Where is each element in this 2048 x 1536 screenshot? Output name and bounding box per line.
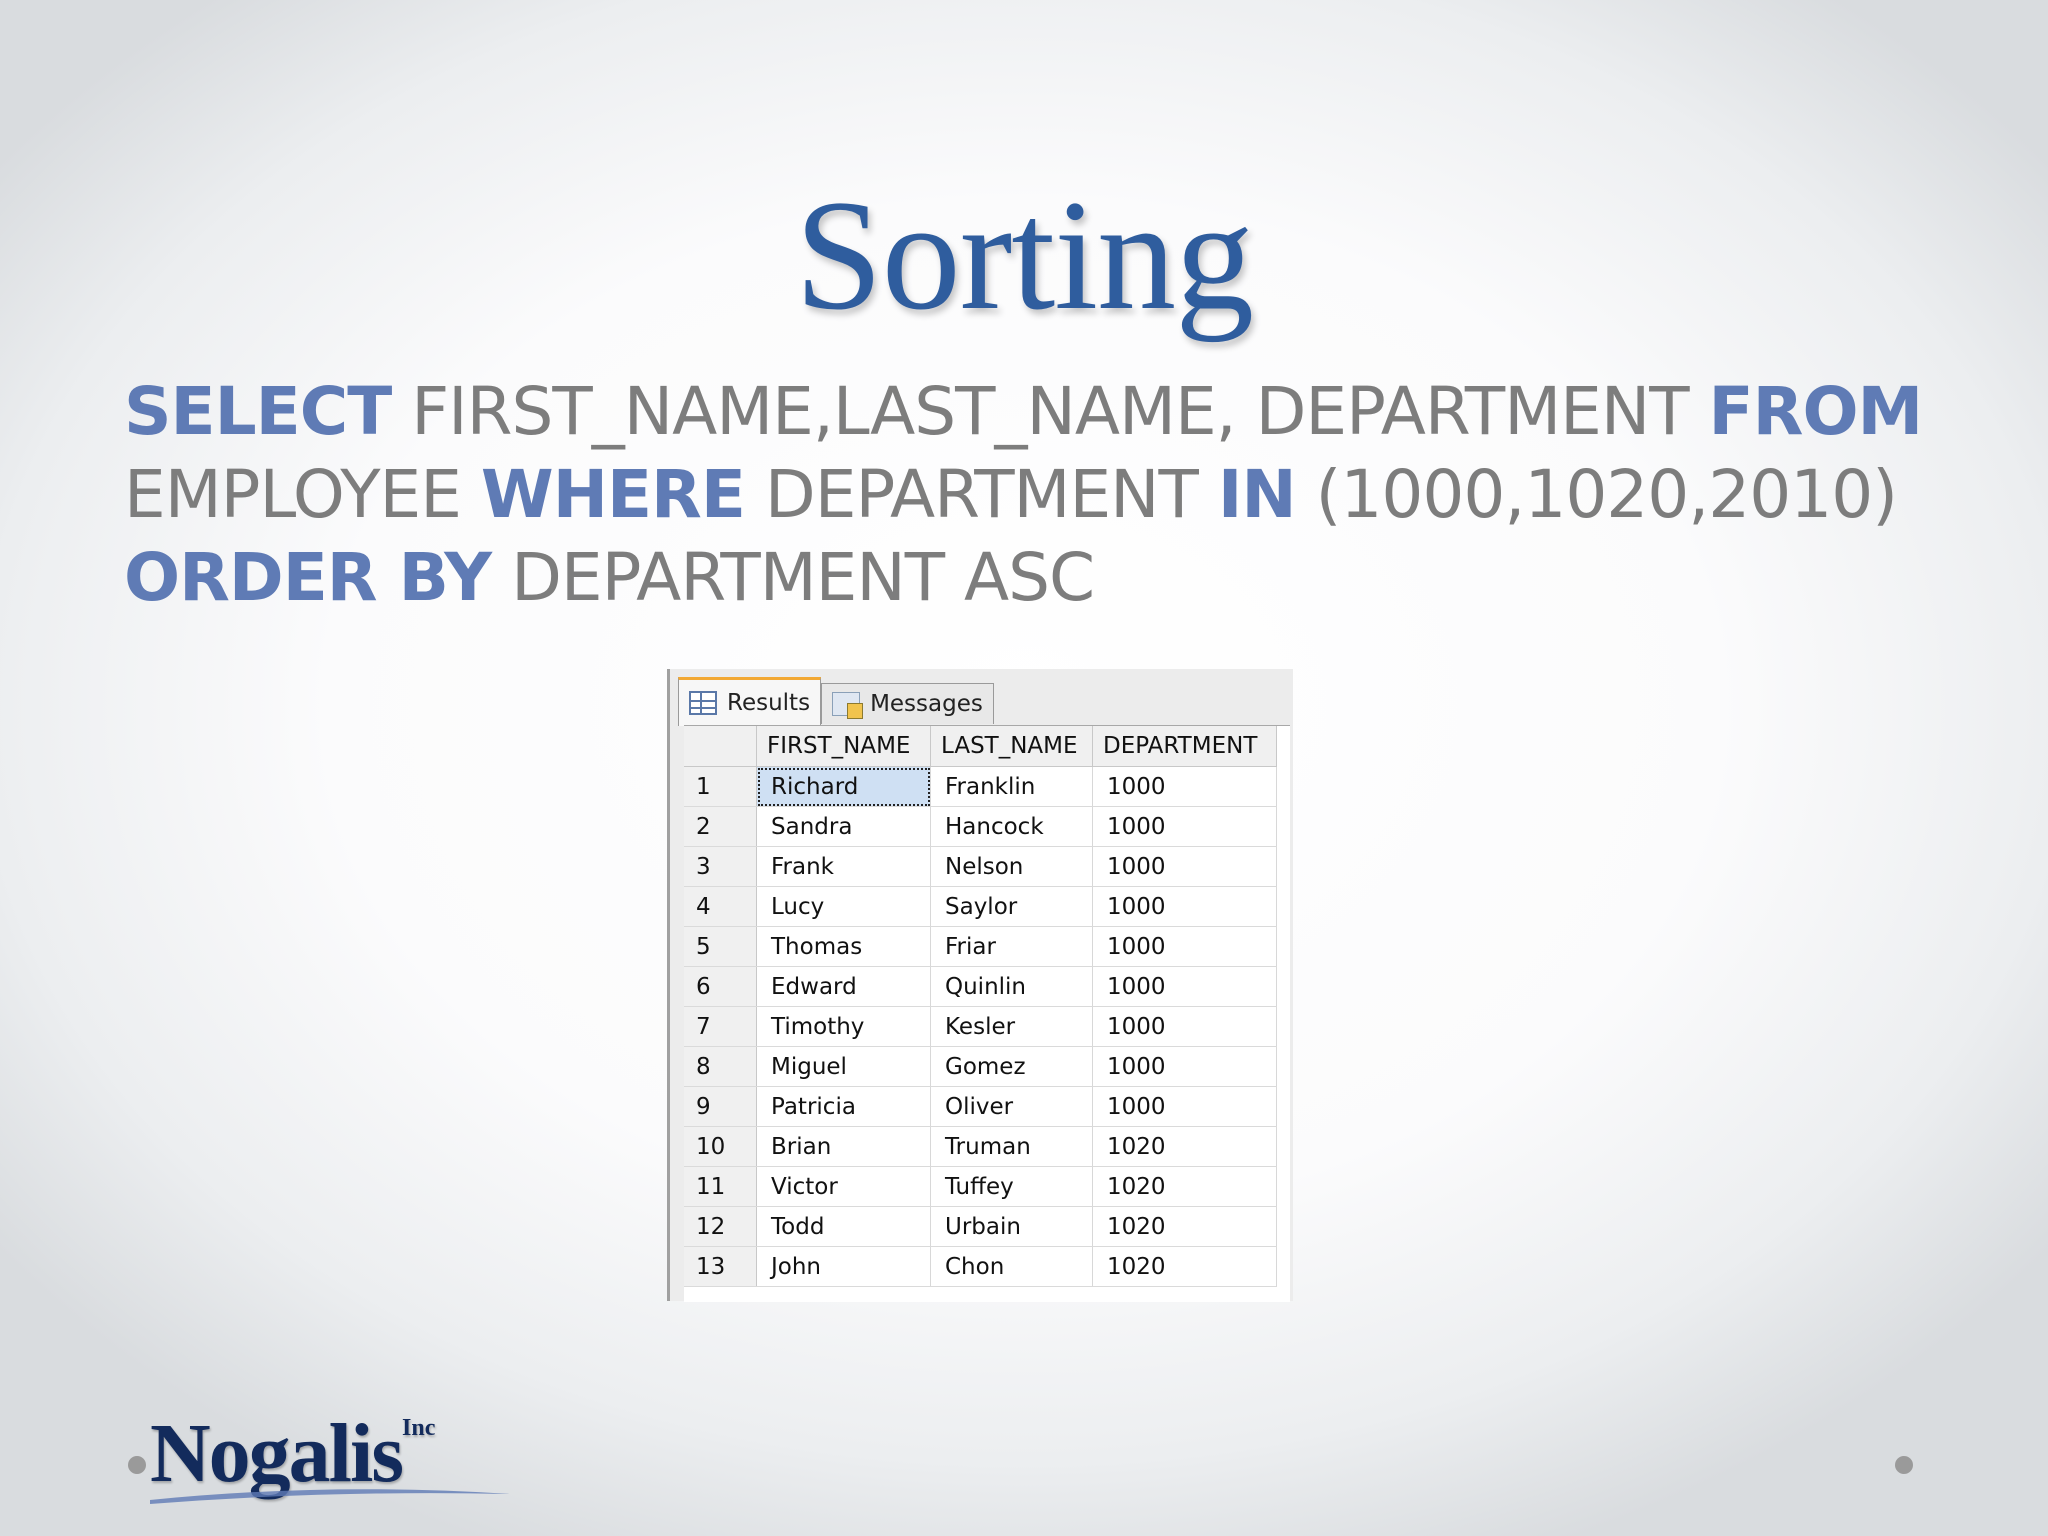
logo-swoosh-icon	[150, 1489, 510, 1504]
table-cell[interactable]: Nelson	[930, 846, 1093, 887]
sql-line: EMPLOYEE WHERE DEPARTMENT IN (1000,1020,…	[124, 453, 1984, 536]
row-number-cell[interactable]: 13	[684, 1246, 757, 1287]
table-cell[interactable]: 1000	[1092, 886, 1277, 927]
sql-keyword: WHERE	[480, 456, 746, 533]
slide-title: Sorting	[794, 168, 1254, 343]
table-row[interactable]: 1 Richard Franklin 1000	[684, 766, 1277, 807]
row-number-cell[interactable]: 2	[684, 806, 757, 847]
sql-text: (1000,1020,2010)	[1295, 456, 1898, 533]
tab-results[interactable]: Results	[678, 677, 822, 726]
column-header-last-name[interactable]: LAST_NAME	[930, 726, 1093, 767]
table-row[interactable]: 5 Thomas Friar 1000	[684, 926, 1277, 967]
sql-text: DEPARTMENT	[744, 456, 1218, 533]
table-cell[interactable]: Edward	[756, 966, 931, 1007]
table-cell[interactable]: Brian	[756, 1126, 931, 1167]
sql-line: ORDER BY DEPARTMENT ASC	[124, 536, 1984, 619]
row-number-cell[interactable]: 10	[684, 1126, 757, 1167]
table-cell[interactable]: Franklin	[930, 766, 1093, 807]
sql-keyword: FROM	[1708, 373, 1924, 450]
table-cell[interactable]: Saylor	[930, 886, 1093, 927]
row-number-cell[interactable]: 11	[684, 1166, 757, 1207]
right-bullet-dot	[1895, 1456, 1913, 1474]
table-cell[interactable]: 1020	[1092, 1206, 1277, 1247]
row-number-cell[interactable]: 9	[684, 1086, 757, 1127]
table-cell[interactable]: Sandra	[756, 806, 931, 847]
table-row[interactable]: 9 Patricia Oliver 1000	[684, 1086, 1277, 1127]
results-table: FIRST_NAME LAST_NAME DEPARTMENT 1 Richard Fr…	[684, 726, 1277, 1287]
tab-messages[interactable]: Messages	[821, 683, 994, 724]
column-header-department[interactable]: DEPARTMENT	[1092, 726, 1277, 767]
sql-keyword: ORDER BY	[124, 539, 492, 616]
header-row: FIRST_NAME LAST_NAME DEPARTMENT	[684, 726, 1277, 767]
row-number-cell[interactable]: 1	[684, 766, 757, 807]
table-cell[interactable]: Miguel	[756, 1046, 931, 1087]
results-tabs: Results Messages	[678, 677, 994, 729]
row-number-header[interactable]	[684, 726, 757, 767]
column-header-first-name[interactable]: FIRST_NAME	[756, 726, 931, 767]
table-cell[interactable]: Kesler	[930, 1006, 1093, 1047]
table-cell[interactable]: 1000	[1092, 766, 1277, 807]
results-grid-icon	[689, 691, 717, 715]
table-row[interactable]: 3 Frank Nelson 1000	[684, 846, 1277, 887]
table-cell[interactable]: Timothy	[756, 1006, 931, 1047]
table-cell[interactable]: Victor	[756, 1166, 931, 1207]
table-cell[interactable]: Friar	[930, 926, 1093, 967]
table-cell[interactable]: Richard	[756, 766, 931, 807]
table-row[interactable]: 8 Miguel Gomez 1000	[684, 1046, 1277, 1087]
sql-keyword: IN	[1217, 456, 1297, 533]
table-row[interactable]: 7 Timothy Kesler 1000	[684, 1006, 1277, 1047]
sql-keyword: SELECT	[124, 373, 392, 450]
table-cell[interactable]: John	[756, 1246, 931, 1287]
table-row[interactable]: 13 John Chon 1020	[684, 1246, 1277, 1287]
table-cell[interactable]: Gomez	[930, 1046, 1093, 1087]
table-cell[interactable]: Thomas	[756, 926, 931, 967]
row-number-cell[interactable]: 8	[684, 1046, 757, 1087]
sql-text: FIRST_NAME,LAST_NAME, DEPARTMENT	[391, 373, 1709, 450]
table-cell[interactable]: 1000	[1092, 926, 1277, 967]
table-cell[interactable]: 1000	[1092, 966, 1277, 1007]
row-number-cell[interactable]: 4	[684, 886, 757, 927]
sql-text: DEPARTMENT ASC	[491, 539, 1095, 616]
table-row[interactable]: 11 Victor Tuffey 1020	[684, 1166, 1277, 1207]
table-cell[interactable]: 1000	[1092, 806, 1277, 847]
table-cell[interactable]: 1000	[1092, 846, 1277, 887]
table-row[interactable]: 4 Lucy Saylor 1000	[684, 886, 1277, 927]
sql-text: EMPLOYEE	[124, 456, 481, 533]
row-number-cell[interactable]: 7	[684, 1006, 757, 1047]
row-number-cell[interactable]: 12	[684, 1206, 757, 1247]
table-cell[interactable]: 1000	[1092, 1006, 1277, 1047]
table-row[interactable]: 12 Todd Urbain 1020	[684, 1206, 1277, 1247]
sql-line: SELECT FIRST_NAME,LAST_NAME, DEPARTMENT …	[124, 370, 1984, 453]
left-bullet-dot	[128, 1456, 146, 1474]
table-cell[interactable]: Hancock	[930, 806, 1093, 847]
table-row[interactable]: 6 Edward Quinlin 1000	[684, 966, 1277, 1007]
table-cell[interactable]: Todd	[756, 1206, 931, 1247]
table-row[interactable]: 2 Sandra Hancock 1000	[684, 806, 1277, 847]
table-cell[interactable]: Lucy	[756, 886, 931, 927]
table-cell[interactable]: 1000	[1092, 1086, 1277, 1127]
results-grid[interactable]: FIRST_NAME LAST_NAME DEPARTMENT 1 Richard Fr…	[684, 725, 1290, 1302]
table-cell[interactable]: Frank	[756, 846, 931, 887]
row-number-cell[interactable]: 6	[684, 966, 757, 1007]
table-cell[interactable]: 1000	[1092, 1046, 1277, 1087]
messages-icon	[832, 692, 864, 719]
table-cell[interactable]: Chon	[930, 1246, 1093, 1287]
table-cell[interactable]: Oliver	[930, 1086, 1093, 1127]
table-cell[interactable]: Patricia	[756, 1086, 931, 1127]
table-cell[interactable]: Tuffey	[930, 1166, 1093, 1207]
table-cell[interactable]: 1020	[1092, 1246, 1277, 1287]
table-cell[interactable]: Urbain	[930, 1206, 1093, 1247]
table-cell[interactable]: 1020	[1092, 1166, 1277, 1207]
table-cell[interactable]: 1020	[1092, 1126, 1277, 1167]
table-row[interactable]: 10 Brian Truman 1020	[684, 1126, 1277, 1167]
table-cell[interactable]: Quinlin	[930, 966, 1093, 1007]
table-cell[interactable]: Truman	[930, 1126, 1093, 1167]
row-number-cell[interactable]: 5	[684, 926, 757, 967]
tab-label: Results	[727, 690, 811, 716]
row-number-cell[interactable]: 3	[684, 846, 757, 887]
results-pane: Results Messages FIRST_NAME LAST_NAME DEPAR…	[667, 669, 1293, 1302]
sql-query: SELECT FIRST_NAME,LAST_NAME, DEPARTMENT …	[124, 370, 1984, 619]
logo-suffix: Inc	[402, 1415, 436, 1441]
tab-label: Messages	[870, 691, 983, 717]
